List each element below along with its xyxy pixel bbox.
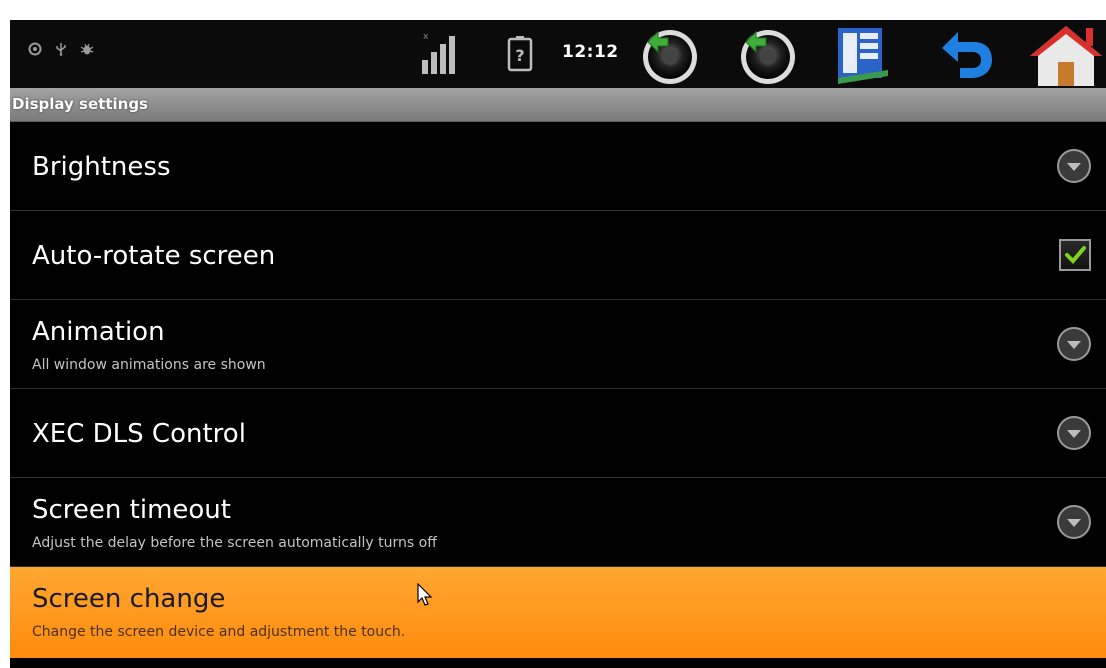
page-title: Display settings [12,95,148,113]
setting-title: Animation [32,317,165,347]
back-button[interactable] [934,24,998,86]
battery-unknown-icon: ? [507,36,533,72]
chevron-down-icon[interactable] [1056,326,1092,362]
setting-title: XEC DLS Control [32,419,246,449]
chevron-down-icon[interactable] [1056,148,1092,184]
home-button[interactable] [1026,24,1106,86]
settings-list: Brightness Auto-rotate screen Animation … [10,122,1106,658]
clock: 12:12 [562,42,619,62]
debug-bug-icon [80,43,94,55]
setting-title: Screen timeout [32,495,231,525]
setting-animation[interactable]: Animation All window animations are show… [10,300,1106,389]
setting-title: Brightness [32,152,171,182]
auto-rotate-checkbox[interactable] [1059,239,1091,271]
mouse-pointer-icon [417,583,433,606]
setting-brightness[interactable]: Brightness [10,122,1106,211]
signal-icon: x [422,32,455,74]
setting-screen-change[interactable]: Screen change Change the screen device a… [10,567,1106,658]
setting-auto-rotate[interactable]: Auto-rotate screen [10,211,1106,300]
setting-summary: Adjust the delay before the screen autom… [32,535,437,551]
notification-icons [28,42,94,56]
settings-icon [28,42,42,56]
chevron-down-icon[interactable] [1056,415,1092,451]
usb-icon [56,43,66,56]
check-icon [1065,246,1086,264]
setting-xec-dls-control[interactable]: XEC DLS Control [10,389,1106,478]
svg-text:x: x [423,32,429,42]
chevron-down-icon[interactable] [1056,504,1092,540]
volume-down-button[interactable] [634,24,704,86]
svg-text:?: ? [515,46,524,65]
android-screen: x ? 12:12 Display settings Brightness Au… [10,20,1106,668]
setting-summary: Change the screen device and adjustment … [32,624,406,640]
setting-summary: All window animations are shown [32,357,266,373]
volume-up-button[interactable] [732,24,802,86]
setting-screen-timeout[interactable]: Screen timeout Adjust the delay before t… [10,478,1106,567]
menu-button[interactable] [832,24,894,86]
setting-title: Screen change [32,584,226,614]
setting-title: Auto-rotate screen [32,241,276,271]
status-bar: x ? 12:12 [10,20,1106,88]
title-bar: Display settings [10,88,1106,122]
